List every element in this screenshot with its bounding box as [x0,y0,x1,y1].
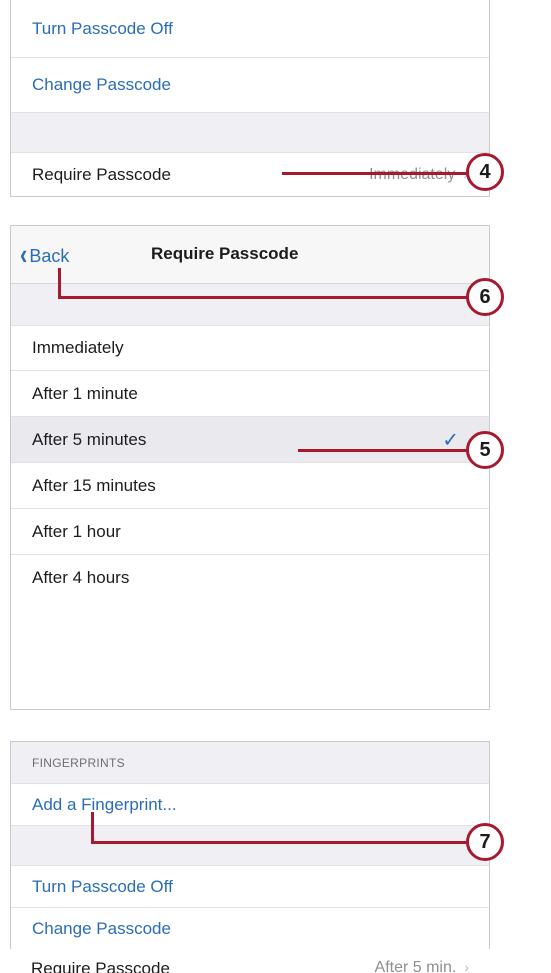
option-after-1-minute[interactable]: After 1 minute [11,371,489,417]
passcode-settings-panel-top: Turn Passcode Off Change Passcode Requir… [10,0,490,197]
callout-5-badge: 5 [466,431,504,469]
passcode-settings-panel-bottom: FINGERPRINTS Add a Fingerprint... Turn P… [10,741,490,973]
option-after-4-hours[interactable]: After 4 hours [11,555,489,600]
turn-passcode-off-row[interactable]: Turn Passcode Off [11,0,489,58]
option-label: After 1 hour [32,521,121,541]
navigation-bar: ‹ Back Require Passcode [11,226,489,284]
callout-6-line-vertical [58,268,61,298]
back-label: Back [29,246,70,266]
page-title: Require Passcode [151,244,299,263]
option-after-5-minutes[interactable]: After 5 minutes ✓ [11,417,489,463]
option-label: After 5 minutes [32,429,147,449]
require-passcode-label: Require Passcode [32,165,171,184]
change-passcode-label: Change Passcode [32,75,171,94]
callout-7-badge: 7 [466,823,504,861]
turn-passcode-off-label: Turn Passcode Off [32,876,173,896]
require-passcode-row-bottom[interactable]: Require Passcode After 5 min. › [10,949,490,973]
group-separator [11,113,489,153]
turn-passcode-off-row[interactable]: Turn Passcode Off [11,866,489,908]
require-passcode-row[interactable]: Require Passcode Immediately› [11,153,489,196]
callout-7-line-vertical [91,812,94,843]
require-passcode-value-text: After 5 min. [374,959,457,973]
turn-passcode-off-label: Turn Passcode Off [32,18,173,38]
option-after-15-minutes[interactable]: After 15 minutes [11,463,489,509]
fingerprints-section-header: FINGERPRINTS [11,742,489,784]
group-separator [11,826,489,866]
option-label: After 15 minutes [32,475,156,495]
require-passcode-value: After 5 min. › [375,959,469,973]
option-label: After 1 minute [32,383,138,403]
section-header-label: FINGERPRINTS [32,756,125,770]
option-label: Immediately [32,338,124,357]
add-fingerprint-label: Add a Fingerprint... [32,794,177,814]
change-passcode-row[interactable]: Change Passcode [11,908,489,950]
add-fingerprint-row[interactable]: Add a Fingerprint... [11,784,489,826]
callout-4-badge: 4 [466,153,504,191]
callout-6-line-horizontal [58,296,468,299]
callout-7-line-horizontal [91,841,468,844]
option-label: After 4 hours [32,567,130,587]
require-passcode-value: Immediately› [369,166,468,184]
callout-4-line [282,172,468,175]
require-passcode-label: Require Passcode [31,959,170,973]
chevron-left-icon: ‹ [20,238,28,271]
option-after-1-hour[interactable]: After 1 hour [11,509,489,555]
back-button[interactable]: ‹ Back [20,238,70,271]
callout-5-line [298,449,468,452]
chevron-right-icon: › [464,959,469,973]
option-immediately[interactable]: Immediately [11,326,489,371]
callout-6-badge: 6 [466,278,504,316]
change-passcode-row[interactable]: Change Passcode [11,58,489,113]
group-separator [11,284,489,326]
change-passcode-label: Change Passcode [32,918,171,938]
